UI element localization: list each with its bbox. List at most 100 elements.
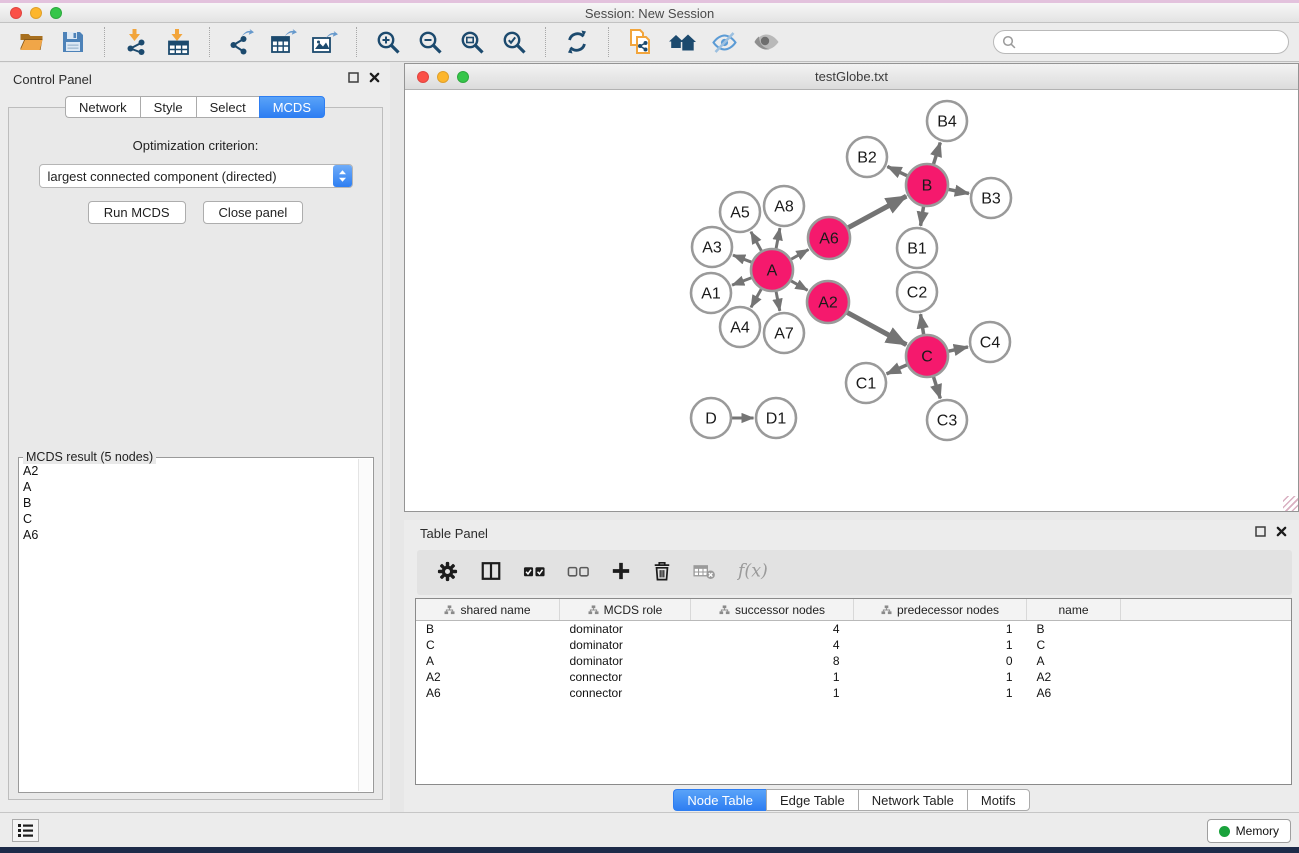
memory-button[interactable]: Memory bbox=[1207, 819, 1291, 843]
graph-node-A1[interactable]: A1 bbox=[691, 273, 731, 313]
graph-edge-B-B4[interactable] bbox=[933, 143, 940, 165]
zoom-fit-button[interactable] bbox=[454, 26, 490, 58]
graph-edge-A-A1[interactable] bbox=[732, 278, 752, 286]
graph-edge-A6-B[interactable] bbox=[848, 196, 906, 228]
run-mcds-button[interactable]: Run MCDS bbox=[88, 201, 186, 224]
tab-mcds[interactable]: MCDS bbox=[259, 96, 325, 118]
graph-node-A4[interactable]: A4 bbox=[720, 307, 760, 347]
export-network-button[interactable] bbox=[223, 26, 259, 58]
settings-button[interactable] bbox=[436, 560, 459, 586]
graph-edge-B-B2[interactable] bbox=[887, 167, 907, 176]
graph-edge-A-A5[interactable] bbox=[751, 232, 762, 252]
table-row[interactable]: Bdominator41B bbox=[416, 621, 1291, 638]
graph-edge-A-A6[interactable] bbox=[791, 250, 809, 260]
graph-node-B2[interactable]: B2 bbox=[847, 137, 887, 177]
refresh-button[interactable] bbox=[559, 26, 595, 58]
graph-edge-A-A7[interactable] bbox=[776, 291, 780, 311]
close-panel-icon-button[interactable] bbox=[369, 72, 380, 83]
close-panel-button[interactable]: Close panel bbox=[203, 201, 304, 224]
column-header-name[interactable]: name bbox=[1027, 599, 1121, 621]
graph-edge-A-A3[interactable] bbox=[733, 255, 752, 262]
result-item[interactable]: B bbox=[23, 495, 357, 511]
table-cell-filler bbox=[1121, 653, 1292, 669]
table-row[interactable]: A6connector11A6 bbox=[416, 685, 1291, 701]
graph-node-A7[interactable]: A7 bbox=[764, 313, 804, 353]
graph-edge-A-A8[interactable] bbox=[776, 228, 780, 249]
tab-network[interactable]: Network bbox=[65, 96, 140, 118]
network-from-selection-button[interactable] bbox=[622, 26, 658, 58]
import-network-button[interactable] bbox=[118, 26, 154, 58]
graph-node-A5[interactable]: A5 bbox=[720, 192, 760, 232]
open-session-button[interactable] bbox=[13, 26, 49, 58]
tab-network-table[interactable]: Network Table bbox=[858, 789, 967, 811]
graph-node-B3[interactable]: B3 bbox=[971, 178, 1011, 218]
graph-node-C4[interactable]: C4 bbox=[970, 322, 1010, 362]
zoom-out-button[interactable] bbox=[412, 26, 448, 58]
graph-node-B4[interactable]: B4 bbox=[927, 101, 967, 141]
result-item[interactable]: A6 bbox=[23, 527, 357, 543]
table-row[interactable]: Adominator80A bbox=[416, 653, 1291, 669]
graph-edge-C-C3[interactable] bbox=[933, 377, 940, 399]
close-table-panel-button[interactable] bbox=[1276, 526, 1287, 537]
graph-node-A[interactable]: A bbox=[751, 249, 793, 291]
graph-node-D[interactable]: D bbox=[691, 398, 731, 438]
graph-node-C3[interactable]: C3 bbox=[927, 400, 967, 440]
tab-motifs[interactable]: Motifs bbox=[967, 789, 1030, 811]
export-image-button[interactable] bbox=[307, 26, 343, 58]
result-scrollbar[interactable] bbox=[358, 459, 372, 791]
graph-node-C1[interactable]: C1 bbox=[846, 363, 886, 403]
graph-edge-A-A2[interactable] bbox=[791, 281, 808, 291]
column-header-predecessor-nodes[interactable]: predecessor nodes bbox=[854, 599, 1027, 621]
graph-node-C2[interactable]: C2 bbox=[897, 272, 937, 312]
column-header-successor-nodes[interactable]: successor nodes bbox=[691, 599, 854, 621]
graph-node-B[interactable]: B bbox=[906, 164, 948, 206]
result-item[interactable]: A bbox=[23, 479, 357, 495]
graph-edge-A2-C[interactable] bbox=[847, 312, 907, 344]
graph-edge-B-B1[interactable] bbox=[921, 206, 924, 226]
add-row-button[interactable] bbox=[611, 561, 631, 584]
import-table-button[interactable] bbox=[160, 26, 196, 58]
table-cell: 4 bbox=[691, 621, 854, 638]
graph-node-D1[interactable]: D1 bbox=[756, 398, 796, 438]
show-all-button[interactable] bbox=[748, 26, 784, 58]
home-view-button[interactable] bbox=[664, 26, 700, 58]
table-row[interactable]: A2connector11A2 bbox=[416, 669, 1291, 685]
column-header-MCDS-role[interactable]: MCDS role bbox=[560, 599, 691, 621]
hide-selected-button[interactable] bbox=[706, 26, 742, 58]
task-history-button[interactable] bbox=[12, 819, 39, 842]
tab-edge-table[interactable]: Edge Table bbox=[766, 789, 858, 811]
column-header-shared-name[interactable]: shared name bbox=[416, 599, 560, 621]
resize-grip[interactable] bbox=[1283, 496, 1298, 511]
graph-edge-B-B3[interactable] bbox=[948, 189, 969, 193]
graph-edge-C-C4[interactable] bbox=[948, 347, 968, 351]
select-all-button[interactable] bbox=[523, 563, 546, 583]
deselect-all-button[interactable] bbox=[567, 563, 590, 583]
graph-node-C[interactable]: C bbox=[906, 335, 948, 377]
table-row[interactable]: Cdominator41C bbox=[416, 637, 1291, 653]
network-window-titlebar[interactable]: testGlobe.txt bbox=[405, 64, 1298, 90]
result-item[interactable]: C bbox=[23, 511, 357, 527]
export-table-button[interactable] bbox=[265, 26, 301, 58]
tab-select[interactable]: Select bbox=[196, 96, 259, 118]
criterion-select[interactable]: largest connected component (directed) bbox=[39, 164, 353, 188]
graph-node-A3[interactable]: A3 bbox=[692, 227, 732, 267]
graph-edge-A-A4[interactable] bbox=[751, 289, 762, 308]
result-item[interactable]: A2 bbox=[23, 463, 357, 479]
save-session-button[interactable] bbox=[55, 26, 91, 58]
graph-edge-C-C2[interactable] bbox=[921, 314, 924, 335]
zoom-in-button[interactable] bbox=[370, 26, 406, 58]
tab-node-table[interactable]: Node Table bbox=[673, 789, 766, 811]
zoom-selected-button[interactable] bbox=[496, 26, 532, 58]
delete-row-button[interactable] bbox=[652, 560, 672, 585]
graph-node-A8[interactable]: A8 bbox=[764, 186, 804, 226]
tab-style[interactable]: Style bbox=[140, 96, 196, 118]
graph-node-A6[interactable]: A6 bbox=[808, 217, 850, 259]
graph-edge-C-C1[interactable] bbox=[887, 365, 908, 374]
network-canvas[interactable]: B4 B2 B B3 A5A8A6 B1 A3 A A1 C2 A2 A4A7 C4 C C1 D D1 C3 bbox=[405, 90, 1298, 511]
search-input[interactable] bbox=[993, 30, 1289, 54]
float-table-panel-button[interactable] bbox=[1255, 526, 1266, 537]
graph-node-A2[interactable]: A2 bbox=[807, 281, 849, 323]
float-panel-button[interactable] bbox=[348, 72, 359, 83]
columns-button[interactable] bbox=[480, 560, 502, 585]
graph-node-B1[interactable]: B1 bbox=[897, 228, 937, 268]
